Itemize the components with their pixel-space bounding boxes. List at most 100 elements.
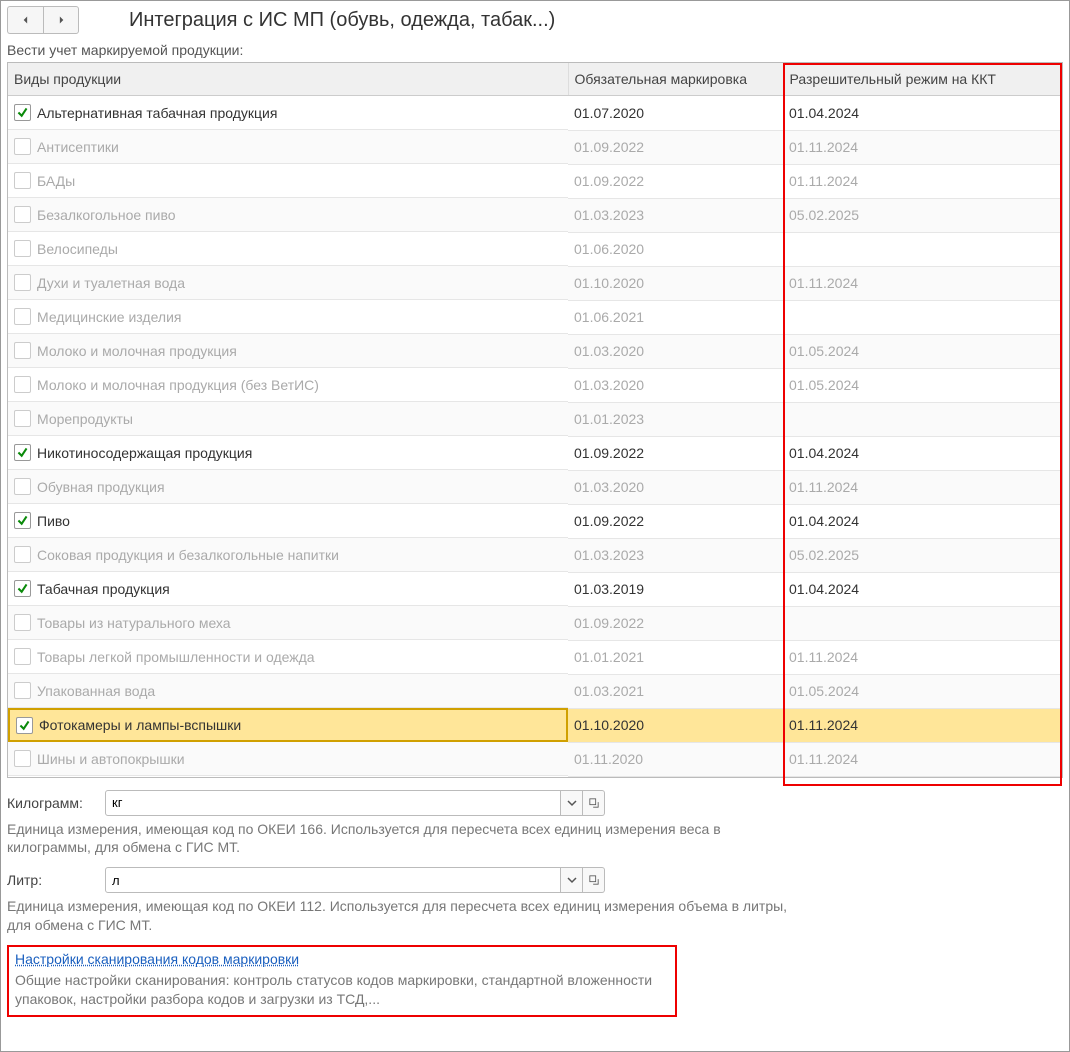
row-name: Товары легкой промышленности и одежда xyxy=(37,649,315,665)
row-checkbox[interactable] xyxy=(14,410,31,427)
row-checkbox[interactable] xyxy=(14,138,31,155)
row-checkbox[interactable] xyxy=(14,308,31,325)
row-name: Шины и автопокрышки xyxy=(37,751,185,767)
products-table-wrap: Виды продукции Обязательная маркировка Р… xyxy=(7,62,1063,778)
liter-dropdown-button[interactable] xyxy=(561,867,583,893)
kg-open-button[interactable] xyxy=(583,790,605,816)
table-row[interactable]: Соковая продукция и безалкогольные напит… xyxy=(8,538,1062,572)
table-row[interactable]: Никотиносодержащая продукция01.09.202201… xyxy=(8,436,1062,470)
table-row[interactable]: Морепродукты 01.01.2023 xyxy=(8,402,1062,436)
table-row[interactable]: Велосипеды01.06.2020 xyxy=(8,232,1062,266)
row-kkt-date: 01.04.2024 xyxy=(783,504,1062,538)
liter-input[interactable] xyxy=(105,867,561,893)
chevron-down-icon xyxy=(567,798,577,808)
row-checkbox[interactable] xyxy=(14,206,31,223)
row-name: Морепродукты xyxy=(37,411,133,427)
row-kkt-date: 01.11.2024 xyxy=(783,470,1062,504)
row-name: Фотокамеры и лампы-вспышки xyxy=(39,717,241,733)
page-title: Интеграция с ИС МП (обувь, одежда, табак… xyxy=(129,9,555,32)
row-name: Упакованная вода xyxy=(37,683,155,699)
row-mandatory-date: 01.03.2021 xyxy=(568,674,783,708)
row-name: Молоко и молочная продукция xyxy=(37,343,237,359)
table-row[interactable]: Обувная продукция 01.03.202001.11.2024 xyxy=(8,470,1062,504)
table-row[interactable]: Шины и автопокрышки01.11.202001.11.2024 xyxy=(8,742,1062,776)
row-checkbox[interactable] xyxy=(14,240,31,257)
arrow-right-icon xyxy=(54,13,68,27)
row-mandatory-date: 01.10.2020 xyxy=(568,266,783,300)
table-row[interactable]: Безалкогольное пиво01.03.202305.02.2025 xyxy=(8,198,1062,232)
row-name: Безалкогольное пиво xyxy=(37,207,176,223)
table-row[interactable]: Молоко и молочная продукция01.03.202001.… xyxy=(8,334,1062,368)
subtitle: Вести учет маркируемой продукции: xyxy=(7,42,1063,58)
row-kkt-date xyxy=(783,300,1062,334)
table-row[interactable]: Молоко и молочная продукция (без ВетИС)0… xyxy=(8,368,1062,402)
kg-input[interactable] xyxy=(105,790,561,816)
row-kkt-date: 05.02.2025 xyxy=(783,538,1062,572)
row-checkbox[interactable] xyxy=(14,682,31,699)
row-name: Обувная продукция xyxy=(37,479,165,495)
row-name: Соковая продукция и безалкогольные напит… xyxy=(37,547,339,563)
row-checkbox[interactable] xyxy=(14,274,31,291)
col-mandatory-header[interactable]: Обязательная маркировка xyxy=(568,63,783,96)
row-name: БАДы xyxy=(37,173,75,189)
row-checkbox[interactable] xyxy=(16,717,33,734)
nav-forward-button[interactable] xyxy=(43,6,79,34)
row-name: Пиво xyxy=(37,513,70,529)
row-checkbox[interactable] xyxy=(14,478,31,495)
row-mandatory-date: 01.09.2022 xyxy=(568,504,783,538)
row-checkbox[interactable] xyxy=(14,104,31,121)
row-mandatory-date: 01.03.2020 xyxy=(568,470,783,504)
row-kkt-date: 01.11.2024 xyxy=(783,742,1062,776)
row-mandatory-date: 01.01.2021 xyxy=(568,640,783,674)
row-mandatory-date: 01.03.2019 xyxy=(568,572,783,606)
arrow-left-icon xyxy=(19,13,33,27)
liter-open-button[interactable] xyxy=(583,867,605,893)
row-checkbox[interactable] xyxy=(14,512,31,529)
row-kkt-date: 01.11.2024 xyxy=(783,708,1062,742)
table-row[interactable]: Пиво 01.09.202201.04.2024 xyxy=(8,504,1062,538)
table-row[interactable]: БАДы01.09.202201.11.2024 xyxy=(8,164,1062,198)
table-row[interactable]: Альтернативная табачная продукция01.07.2… xyxy=(8,96,1062,131)
row-mandatory-date: 01.01.2023 xyxy=(568,402,783,436)
table-row[interactable]: Табачная продукция01.03.201901.04.2024 xyxy=(8,572,1062,606)
table-row[interactable]: Духи и туалетная вода01.10.202001.11.202… xyxy=(8,266,1062,300)
scan-settings-desc: Общие настройки сканирования: контроль с… xyxy=(15,971,669,1009)
row-checkbox[interactable] xyxy=(14,614,31,631)
table-row[interactable]: Фотокамеры и лампы-вспышки 01.10.202001.1… xyxy=(8,708,1062,742)
row-kkt-date: 01.05.2024 xyxy=(783,674,1062,708)
table-row[interactable]: Медицинские изделия01.06.2021 xyxy=(8,300,1062,334)
col-kkt-header[interactable]: Разрешительный режим на ККТ xyxy=(783,63,1062,96)
row-name: Велосипеды xyxy=(37,241,118,257)
row-checkbox[interactable] xyxy=(14,546,31,563)
table-row[interactable]: Товары легкой промышленности и одежда 01.… xyxy=(8,640,1062,674)
row-checkbox[interactable] xyxy=(14,444,31,461)
row-mandatory-date: 01.10.2020 xyxy=(568,708,783,742)
row-kkt-date xyxy=(783,402,1062,436)
row-kkt-date: 01.04.2024 xyxy=(783,436,1062,470)
row-checkbox[interactable] xyxy=(14,376,31,393)
row-name: Духи и туалетная вода xyxy=(37,275,185,291)
scan-settings-box: Настройки сканирования кодов маркировки … xyxy=(7,945,677,1017)
open-icon xyxy=(589,875,599,885)
table-row[interactable]: Товары из натурального меха01.09.2022 xyxy=(8,606,1062,640)
col-products-header[interactable]: Виды продукции xyxy=(8,63,568,96)
kg-dropdown-button[interactable] xyxy=(561,790,583,816)
kg-desc: Единица измерения, имеющая код по ОКЕИ 1… xyxy=(7,820,807,858)
scan-settings-link[interactable]: Настройки сканирования кодов маркировки xyxy=(15,951,299,967)
row-checkbox[interactable] xyxy=(14,580,31,597)
nav-back-button[interactable] xyxy=(7,6,43,34)
row-checkbox[interactable] xyxy=(14,172,31,189)
row-checkbox[interactable] xyxy=(14,750,31,767)
row-checkbox[interactable] xyxy=(14,342,31,359)
row-name: Антисептики xyxy=(37,139,119,155)
table-row[interactable]: Упакованная вода 01.03.202101.05.2024 xyxy=(8,674,1062,708)
row-name: Товары из натурального меха xyxy=(37,615,231,631)
table-row[interactable]: Антисептики01.09.202201.11.2024 xyxy=(8,130,1062,164)
row-kkt-date: 01.04.2024 xyxy=(783,96,1062,131)
row-checkbox[interactable] xyxy=(14,648,31,665)
row-mandatory-date: 01.03.2023 xyxy=(568,538,783,572)
kg-combo xyxy=(105,790,605,816)
liter-label: Литр: xyxy=(7,872,97,888)
products-table: Виды продукции Обязательная маркировка Р… xyxy=(8,63,1062,777)
kg-row: Килограмм: xyxy=(7,790,1063,816)
